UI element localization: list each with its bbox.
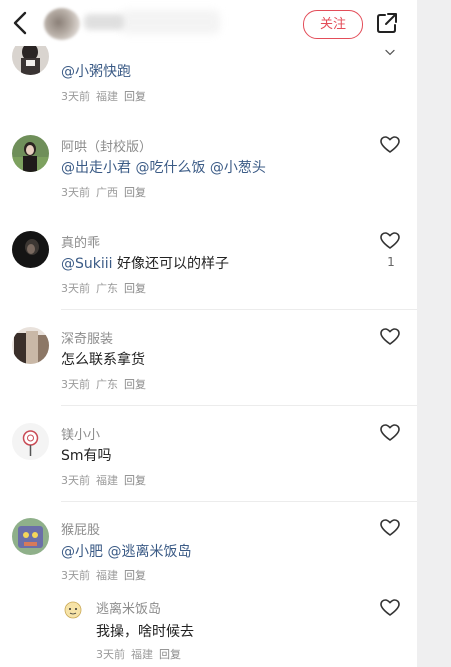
heart-icon[interactable] [380,518,400,538]
follow-button[interactable]: 关注 [303,10,363,39]
author-avatar[interactable] [44,8,80,40]
comment-body: @Sukiii 好像还可以的样子 [61,256,229,272]
comment-body: 怎么联系拿货 [61,352,145,368]
comment-username[interactable]: 真的乖 [61,232,100,251]
right-gutter [417,0,451,667]
comment-time: 3天前 [61,474,90,487]
comment-meta: 3天前 福建 回复 [61,88,152,104]
avatar[interactable] [12,231,49,268]
comment-body: @小肥 @逃离米饭岛 [61,544,192,560]
comment-body: @小粥快跑 [61,64,131,80]
comment-username[interactable]: 深奇服装 [61,328,113,347]
comment-username[interactable]: 镁小小 [61,424,100,443]
avatar[interactable] [12,423,49,460]
comment-body: Sm有吗 [61,448,112,464]
chevron-down-icon[interactable] [382,44,398,60]
heart-icon[interactable] [380,231,400,251]
back-icon[interactable] [10,10,32,36]
share-icon[interactable] [376,12,398,34]
comment-username[interactable]: 猴屁股 [61,519,100,538]
reply-button[interactable]: 回复 [159,648,181,661]
comment-meta: 3天前 广西 回复 [61,184,152,200]
comment-location: 广西 [96,186,118,199]
comment-location: 福建 [96,569,118,582]
comment-location: 广东 [96,282,118,295]
comment-location: 福建 [96,90,118,103]
comment-panel: 关注 @小粥快跑 3天前 福建 回复 阿哄（封校版） @出走小君 @吃什么饭 @… [0,0,417,667]
author-name-blurred-2 [84,14,124,30]
heart-icon[interactable] [380,327,400,347]
divider [61,501,417,502]
like-count: 1 [387,255,395,269]
comment-meta: 3天前 广东 回复 [61,280,152,296]
avatar[interactable] [62,598,84,620]
comment-time: 3天前 [61,282,90,295]
heart-icon[interactable] [380,423,400,443]
comment-meta: 3天前 福建 回复 [61,567,152,583]
avatar[interactable] [12,518,49,555]
comment-meta: 3天前 广东 回复 [61,376,152,392]
reply-button[interactable]: 回复 [124,569,146,582]
author-name-blurred [120,10,220,34]
divider [61,405,417,406]
divider [61,309,417,310]
avatar[interactable] [12,135,49,172]
comment-meta: 3天前 福建 回复 [61,472,152,488]
subreply-body: 我操，啥时候去 [96,624,194,640]
comment-time: 3天前 [61,186,90,199]
comment-time: 3天前 [61,378,90,391]
heart-icon[interactable] [380,135,400,155]
reply-button[interactable]: 回复 [124,186,146,199]
reply-button[interactable]: 回复 [124,282,146,295]
subreply-meta: 3天前 福建 回复 [96,646,187,662]
reply-button[interactable]: 回复 [124,378,146,391]
reply-button[interactable]: 回复 [124,90,146,103]
comment-time: 3天前 [61,90,90,103]
subreply-username[interactable]: 逃离米饭岛 [96,598,161,617]
reply-button[interactable]: 回复 [124,474,146,487]
avatar[interactable] [12,327,49,364]
comment-body: @出走小君 @吃什么饭 @小葱头 [61,160,266,176]
comment-location: 福建 [131,648,153,661]
comment-location: 广东 [96,378,118,391]
top-bar: 关注 [0,0,417,46]
comment-username[interactable]: 阿哄（封校版） [61,136,152,155]
comment-time: 3天前 [61,569,90,582]
comment-time: 3天前 [96,648,125,661]
heart-icon[interactable] [380,598,400,618]
comment-location: 福建 [96,474,118,487]
